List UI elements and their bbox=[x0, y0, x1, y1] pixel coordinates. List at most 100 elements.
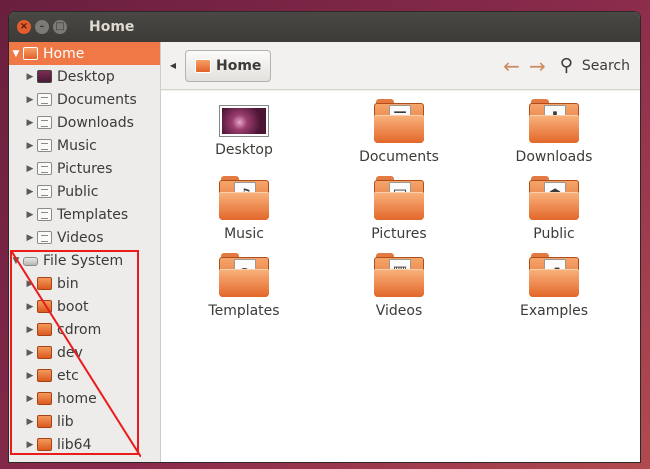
sidebar-item-label: cdrom bbox=[57, 321, 102, 338]
collapsed-triangle-icon[interactable]: ▶ bbox=[23, 440, 37, 450]
desktop-icon bbox=[220, 106, 268, 136]
content-item-videos[interactable]: ▦ Videos bbox=[329, 253, 469, 319]
expanded-triangle-icon[interactable]: ▼ bbox=[9, 256, 23, 266]
breadcrumb-home[interactable]: Home bbox=[185, 49, 272, 82]
collapsed-triangle-icon[interactable]: ▶ bbox=[23, 279, 37, 289]
breadcrumb-label: Home bbox=[216, 57, 262, 74]
sidebar-item-lib[interactable]: ▶ lib bbox=[9, 410, 160, 433]
documents-icon: ☰ bbox=[374, 99, 424, 143]
downloads-icon: ⬇ bbox=[529, 99, 579, 143]
content-item-label: Documents bbox=[359, 149, 439, 165]
breadcrumb-left-arrow-icon[interactable]: ◀ bbox=[161, 61, 185, 70]
sidebar-item-documents[interactable]: ▶ Documents bbox=[9, 88, 160, 111]
sidebar-item-label: Videos bbox=[57, 229, 104, 246]
folder-icon bbox=[37, 415, 52, 428]
sidebar-item-bin[interactable]: ▶ bin bbox=[9, 272, 160, 295]
content-item-label: Music bbox=[224, 226, 264, 242]
content-item-downloads[interactable]: ⬇ Downloads bbox=[484, 99, 624, 165]
content-item-desktop[interactable]: Desktop bbox=[174, 99, 314, 158]
maximize-window-button[interactable]: □ bbox=[53, 20, 67, 34]
content-item-music[interactable]: ♫ Music bbox=[174, 176, 314, 242]
music-icon: ♫ bbox=[219, 176, 269, 220]
toolbar: ◀ Home ← → ⚲ Search bbox=[161, 42, 640, 90]
folder-icon bbox=[37, 277, 52, 290]
content-item-templates[interactable]: a Templates bbox=[174, 253, 314, 319]
collapsed-triangle-icon[interactable]: ▶ bbox=[23, 302, 37, 312]
sidebar-item-home[interactable]: ▶ home bbox=[9, 387, 160, 410]
search-icon: ⚲ bbox=[559, 55, 573, 76]
public-icon: ☗ bbox=[529, 176, 579, 220]
collapsed-triangle-icon[interactable]: ▶ bbox=[23, 187, 37, 197]
sidebar-item-pictures[interactable]: ▶ Pictures bbox=[9, 157, 160, 180]
folder-icon bbox=[37, 300, 52, 313]
sidebar-item-label: Public bbox=[57, 183, 99, 200]
sidebar-item-label: etc bbox=[57, 367, 79, 384]
folder-icon bbox=[37, 369, 52, 382]
public-folder-icon bbox=[37, 185, 52, 198]
sidebar-item-label: Downloads bbox=[57, 114, 134, 131]
collapsed-triangle-icon[interactable]: ▶ bbox=[23, 164, 37, 174]
file-manager-window: × – □ Home ▼ Home ▶ Desktop ▶ Documents ▶ Downl… bbox=[9, 12, 640, 462]
sidebar-item-cdrom[interactable]: ▶ cdrom bbox=[9, 318, 160, 341]
sidebar-item-label: lib bbox=[57, 413, 74, 430]
sidebar-item-label: Music bbox=[57, 137, 97, 154]
sidebar-item-videos[interactable]: ▶ Videos bbox=[9, 226, 160, 249]
collapsed-triangle-icon[interactable]: ▶ bbox=[23, 72, 37, 82]
sidebar-item-music[interactable]: ▶ Music bbox=[9, 134, 160, 157]
desktop-folder-icon bbox=[37, 70, 52, 83]
sidebar-item-label: dev bbox=[57, 344, 83, 361]
forward-arrow-icon[interactable]: → bbox=[529, 54, 546, 78]
collapsed-triangle-icon[interactable]: ▶ bbox=[23, 118, 37, 128]
downloads-folder-icon bbox=[37, 116, 52, 129]
collapsed-triangle-icon[interactable]: ▶ bbox=[23, 348, 37, 358]
collapsed-triangle-icon[interactable]: ▶ bbox=[23, 371, 37, 381]
drive-icon bbox=[23, 257, 38, 266]
title-bar: × – □ Home bbox=[9, 12, 640, 42]
sidebar-item-boot[interactable]: ▶ boot bbox=[9, 295, 160, 318]
sidebar-item-downloads[interactable]: ▶ Downloads bbox=[9, 111, 160, 134]
window-title: Home bbox=[89, 19, 135, 35]
content-view: Desktop ☰ Documents ⬇ Downloads ♫ Music ▣ Pictur… bbox=[161, 91, 640, 462]
collapsed-triangle-icon[interactable]: ▶ bbox=[23, 233, 37, 243]
back-arrow-icon[interactable]: ← bbox=[503, 54, 520, 78]
expanded-triangle-icon[interactable]: ▼ bbox=[9, 49, 23, 59]
sidebar-item-public[interactable]: ▶ Public bbox=[9, 180, 160, 203]
music-folder-icon bbox=[37, 139, 52, 152]
content-item-label: Desktop bbox=[215, 142, 273, 158]
templates-icon: a bbox=[219, 253, 269, 297]
close-window-button[interactable]: × bbox=[17, 20, 31, 34]
folder-icon bbox=[37, 438, 52, 451]
sidebar-item-templates[interactable]: ▶ Templates bbox=[9, 203, 160, 226]
collapsed-triangle-icon[interactable]: ▶ bbox=[23, 394, 37, 404]
content-item-label: Templates bbox=[208, 303, 280, 319]
examples-icon: ↗ bbox=[529, 253, 579, 297]
search-label: Search bbox=[581, 57, 630, 74]
content-item-examples[interactable]: ↗ Examples bbox=[484, 253, 624, 319]
folder-icon bbox=[37, 323, 52, 336]
content-item-label: Examples bbox=[519, 303, 589, 319]
collapsed-triangle-icon[interactable]: ▶ bbox=[23, 95, 37, 105]
sidebar-item-label: Documents bbox=[57, 91, 137, 108]
sidebar-item-dev[interactable]: ▶ dev bbox=[9, 341, 160, 364]
minimize-window-button[interactable]: – bbox=[35, 20, 49, 34]
sidebar-item-desktop[interactable]: ▶ Desktop bbox=[9, 65, 160, 88]
collapsed-triangle-icon[interactable]: ▶ bbox=[23, 417, 37, 427]
home-folder-icon bbox=[23, 47, 38, 60]
home-folder-icon bbox=[195, 58, 211, 73]
content-item-documents[interactable]: ☰ Documents bbox=[329, 99, 469, 165]
sidebar-item-file-system[interactable]: ▼ File System bbox=[9, 249, 160, 272]
collapsed-triangle-icon[interactable]: ▶ bbox=[23, 141, 37, 151]
sidebar-item-home[interactable]: ▼ Home bbox=[9, 42, 160, 65]
pictures-folder-icon bbox=[37, 162, 52, 175]
sidebar-item-label: Pictures bbox=[57, 160, 113, 177]
sidebar-item-label: lib64 bbox=[57, 436, 92, 453]
collapsed-triangle-icon[interactable]: ▶ bbox=[23, 325, 37, 335]
sidebar-item-lib64[interactable]: ▶ lib64 bbox=[9, 433, 160, 456]
sidebar-item-label: Desktop bbox=[57, 68, 115, 85]
search-button[interactable]: ⚲ Search bbox=[560, 55, 630, 76]
templates-folder-icon bbox=[37, 208, 52, 221]
content-item-public[interactable]: ☗ Public bbox=[484, 176, 624, 242]
collapsed-triangle-icon[interactable]: ▶ bbox=[23, 210, 37, 220]
content-item-pictures[interactable]: ▣ Pictures bbox=[329, 176, 469, 242]
sidebar-item-etc[interactable]: ▶ etc bbox=[9, 364, 160, 387]
